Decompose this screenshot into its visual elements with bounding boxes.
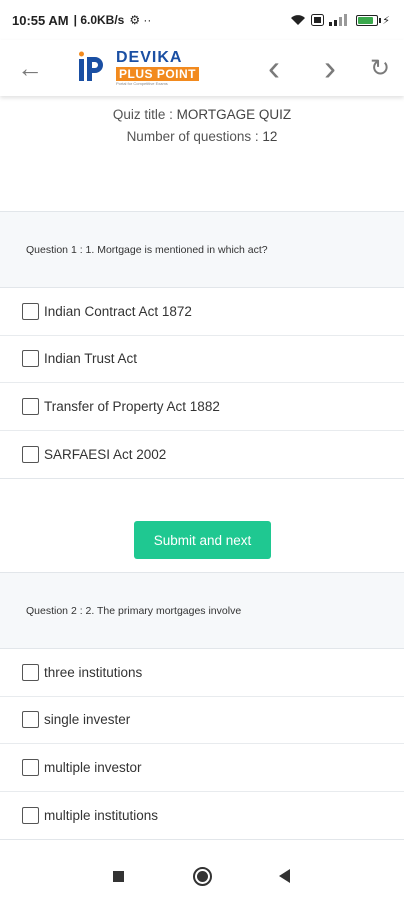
- option-item[interactable]: Transfer of Property Act 1882: [0, 383, 404, 431]
- question-count-value: 12: [262, 129, 278, 144]
- option-label: Transfer of Property Act 1882: [44, 398, 220, 414]
- logo-text: DEVIKA PLUS POINT Portal for Competitive…: [116, 49, 200, 86]
- submit-next-button[interactable]: Submit and next: [134, 521, 271, 559]
- logo-title: DEVIKA: [116, 49, 183, 66]
- option-item[interactable]: Indian Trust Act: [0, 335, 404, 383]
- checkbox[interactable]: [22, 758, 39, 776]
- question-count-label: Number of questions :: [126, 129, 263, 144]
- reload-icon[interactable]: ↻: [364, 52, 396, 84]
- option-label: multiple institutions: [44, 807, 159, 823]
- next-arrow-icon[interactable]: ›: [314, 47, 346, 88]
- option-item[interactable]: multiple institutions: [0, 791, 404, 839]
- back-arrow-icon[interactable]: ←: [14, 52, 46, 84]
- option-item[interactable]: SARFAESI Act 2002: [0, 430, 404, 478]
- option-label: Indian Trust Act: [44, 351, 138, 367]
- system-back-icon[interactable]: [279, 869, 290, 883]
- question-card-1: Question 1 : 1. Mortgage is mentioned in…: [0, 211, 404, 479]
- wifi-icon: [291, 15, 306, 25]
- logo-subtitle: PLUS POINT: [116, 67, 200, 81]
- status-right: ⚡: [290, 14, 390, 27]
- system-nav-bar: [0, 852, 404, 900]
- option-label: three institutions: [44, 664, 143, 680]
- status-bar: 10:55 AM | 6.0KB/s ⚙ ·· ⚡: [0, 0, 404, 40]
- network-speed: | 6.0KB/s: [73, 13, 125, 27]
- recent-apps-icon[interactable]: [113, 871, 124, 882]
- quiz-info: Quiz title : MORTGAGE QUIZ Number of que…: [0, 104, 404, 148]
- option-label: Indian Contract Act 1872: [44, 303, 192, 319]
- quiz-title-line: Quiz title : MORTGAGE QUIZ: [0, 104, 404, 126]
- option-item[interactable]: Indian Contract Act 1872: [0, 288, 404, 336]
- option-label: SARFAESI Act 2002: [44, 446, 167, 462]
- logo-mark: [79, 51, 103, 81]
- option-item[interactable]: multiple investor: [0, 744, 404, 792]
- status-time: 10:55 AM: [12, 12, 69, 28]
- home-icon[interactable]: [193, 867, 212, 886]
- option-item[interactable]: three institutions: [0, 649, 404, 697]
- quiz-title-label: Quiz title :: [112, 107, 177, 122]
- option-label: multiple investor: [44, 759, 142, 775]
- quiz-title-value: MORTGAGE QUIZ: [176, 107, 292, 122]
- battery-icon: ⚡: [356, 14, 390, 27]
- question-text: Question 2 : 2. The primary mortgages in…: [0, 573, 404, 649]
- checkbox[interactable]: [22, 445, 39, 463]
- signal-icon: [329, 14, 348, 26]
- app-bar: ← DEVIKA PLUS POINT Portal for Competiti…: [0, 40, 404, 96]
- option-item[interactable]: single invester: [0, 696, 404, 744]
- question-text: Question 1 : 1. Mortgage is mentioned in…: [0, 212, 404, 288]
- checkbox[interactable]: [22, 302, 39, 320]
- checkbox[interactable]: [22, 397, 39, 415]
- checkbox[interactable]: [22, 806, 39, 824]
- previous-arrow-icon[interactable]: ‹: [258, 47, 290, 88]
- status-left: 10:55 AM | 6.0KB/s ⚙ ··: [12, 13, 151, 28]
- option-label: single invester: [44, 712, 131, 728]
- checkbox[interactable]: [22, 663, 39, 681]
- data-icon: [311, 14, 325, 26]
- question-card-2: Question 2 : 2. The primary mortgages in…: [0, 572, 404, 840]
- checkbox[interactable]: [22, 350, 39, 368]
- question-count-line: Number of questions : 12: [0, 126, 404, 148]
- speed-text: 6.0KB/s: [80, 13, 125, 27]
- notification-icons: ⚙ ··: [129, 13, 152, 27]
- logo: DEVIKA PLUS POINT Portal for Competitive…: [76, 48, 200, 88]
- checkbox[interactable]: [22, 711, 39, 729]
- logo-tagline: Portal for Competitive Exams: [116, 81, 168, 86]
